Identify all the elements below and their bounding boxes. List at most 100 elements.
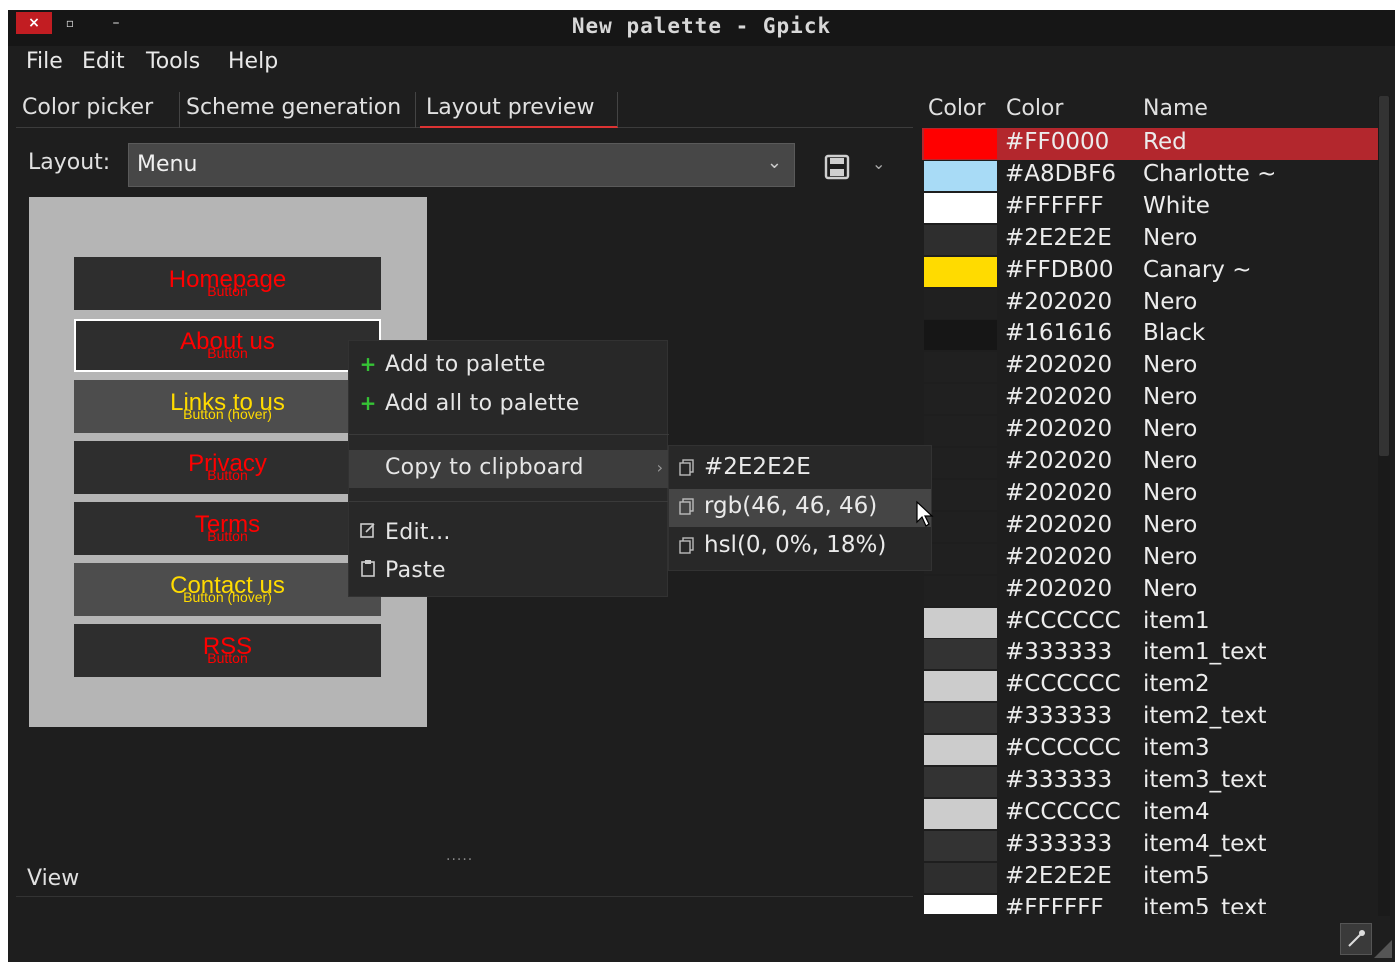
palette-row[interactable]: #FFFFFF White	[922, 192, 1378, 224]
palette-row[interactable]: #CCCCCC item1	[922, 607, 1378, 639]
color-swatch	[924, 894, 997, 914]
preview-button-privacy[interactable]: Privacy Button	[74, 441, 381, 494]
save-options-chevron-icon[interactable]: ⌄	[872, 154, 885, 173]
preview-button-rss[interactable]: RSS Button	[74, 624, 381, 677]
menu-item-add-all-to-palette[interactable]: + Add all to palette	[349, 386, 669, 424]
copy-hsl-item[interactable]: hsl(0, 0%, 18%)	[669, 528, 931, 566]
palette-color-hex: #202020	[1005, 511, 1113, 538]
preview-button-terms[interactable]: Terms Button	[74, 502, 381, 555]
palette-color-name: Nero	[1143, 288, 1198, 315]
palette-row[interactable]: #A8DBF6 Charlotte ~	[922, 160, 1378, 192]
palette-color-name: Nero	[1143, 448, 1198, 474]
menu-bar: File Edit Tools Help	[8, 46, 1395, 82]
palette-row[interactable]: #CCCCCC item2	[922, 670, 1378, 702]
palette-color-hex: #FFDB00	[1005, 256, 1114, 283]
palette-color-name: item1_text	[1143, 639, 1267, 666]
palette-color-hex: #202020	[1005, 352, 1113, 379]
palette-row[interactable]: #2E2E2E item5	[922, 862, 1378, 894]
menu-edit[interactable]: Edit	[82, 49, 125, 74]
palette-color-hex: #CCCCCC	[1005, 798, 1121, 825]
color-picker-button[interactable]	[1340, 923, 1372, 955]
palette-color-hex: #333333	[1005, 767, 1113, 793]
palette-scrollbar-thumb[interactable]	[1379, 96, 1389, 456]
pane-resize-handle[interactable]: .....	[446, 848, 473, 864]
menu-item-add-to-palette[interactable]: + Add to palette	[349, 347, 669, 385]
edit-icon	[358, 520, 378, 544]
save-layout-button[interactable]	[820, 150, 854, 184]
palette-row[interactable]: #202020 Nero	[922, 575, 1378, 607]
palette-row[interactable]: #202020 Nero	[922, 383, 1378, 415]
palette-row[interactable]: #333333 item1_text	[922, 638, 1378, 670]
palette-list[interactable]: #FF0000 Red #A8DBF6 Charlotte ~ #FFFFFF White…	[922, 128, 1378, 914]
palette-row[interactable]: #202020 Nero	[922, 288, 1378, 320]
copy-icon	[679, 498, 695, 516]
palette-row[interactable]: #202020 Nero	[922, 543, 1378, 575]
context-menu: + Add to palette + Add all to palette Co…	[348, 340, 669, 597]
palette-color-hex: #202020	[1005, 543, 1113, 570]
menu-file[interactable]: File	[26, 49, 63, 74]
palette-row[interactable]: #FFDB00 Canary ~	[922, 256, 1378, 288]
tab-layout-preview[interactable]: Layout preview	[420, 92, 618, 128]
palette-row[interactable]: #CCCCCC item4	[922, 798, 1378, 830]
palette-row[interactable]: #CCCCCC item3	[922, 734, 1378, 766]
palette-color-name: Nero	[1143, 384, 1198, 411]
palette-row[interactable]: #FF0000 Red	[922, 128, 1378, 160]
palette-row[interactable]: #333333 item2_text	[922, 702, 1378, 734]
color-swatch	[924, 830, 997, 861]
preview-button-about-us[interactable]: About us Button	[74, 319, 381, 372]
palette-color-name: Nero	[1143, 352, 1198, 379]
menu-tools[interactable]: Tools	[146, 49, 200, 74]
tab-scheme-generation[interactable]: Scheme generation	[180, 92, 416, 128]
palette-color-hex: #161616	[1005, 320, 1113, 347]
palette-color-hex: #A8DBF6	[1005, 160, 1116, 187]
palette-color-name: item2_text	[1143, 703, 1267, 730]
palette-color-name: Red	[1143, 129, 1187, 155]
menu-help[interactable]: Help	[228, 49, 278, 74]
palette-color-name: Charlotte ~	[1143, 160, 1277, 187]
palette-row[interactable]: #2E2E2E Nero	[922, 224, 1378, 256]
preview-button-homepage[interactable]: Homepage Button	[74, 257, 381, 310]
palette-row[interactable]: #FFFFFF item5_text	[922, 894, 1378, 914]
preview-button-links-to-us[interactable]: Links to us Button (hover)	[74, 380, 381, 433]
copy-hex-item[interactable]: #2E2E2E	[669, 450, 931, 488]
palette-color-hex: #202020	[1005, 416, 1113, 443]
window-title: New palette - Gpick	[571, 14, 832, 38]
preview-button-subtext: Button (hover)	[183, 589, 272, 605]
palette-color-hex: #333333	[1005, 639, 1113, 666]
palette-row[interactable]: #202020 Nero	[922, 415, 1378, 447]
palette-header-name[interactable]: Name	[1143, 96, 1208, 121]
layout-select[interactable]: Menu ⌄	[128, 143, 795, 187]
palette-row[interactable]: #202020 Nero	[922, 479, 1378, 511]
menu-separator	[349, 501, 669, 502]
palette-row[interactable]: #202020 Nero	[922, 351, 1378, 383]
copy-icon	[679, 537, 695, 555]
preview-button-subtext: Button	[207, 650, 248, 666]
palette-row[interactable]: #333333 item4_text	[922, 830, 1378, 862]
palette-row[interactable]: #202020 Nero	[922, 511, 1378, 543]
eyedropper-icon	[1348, 930, 1365, 947]
menu-item-edit[interactable]: Edit...	[349, 515, 669, 553]
preview-button-contact-us[interactable]: Contact us Button (hover)	[74, 563, 381, 616]
tab-color-picker[interactable]: Color picker	[16, 92, 180, 128]
color-swatch	[924, 256, 997, 287]
palette-color-hex: #2E2E2E	[1005, 862, 1112, 889]
menu-item-copy-to-clipboard[interactable]: Copy to clipboard ›	[349, 450, 669, 488]
palette-color-hex: #202020	[1005, 479, 1113, 506]
menu-item-paste[interactable]: Paste	[349, 553, 669, 591]
palette-row[interactable]: #333333 item3_text	[922, 766, 1378, 798]
palette-color-hex: #2E2E2E	[1005, 224, 1112, 251]
palette-row[interactable]: #202020 Nero	[922, 447, 1378, 479]
palette-color-name: Nero	[1143, 479, 1198, 506]
save-icon	[824, 154, 850, 180]
palette-color-name: item5_text	[1143, 894, 1267, 914]
menu-item-label: Edit...	[385, 520, 451, 545]
color-swatch	[924, 671, 997, 702]
palette-color-hex: #FF0000	[1005, 129, 1110, 155]
divider	[16, 896, 913, 897]
copy-rgb-item[interactable]: rgb(46, 46, 46)	[669, 489, 931, 527]
palette-row[interactable]: #161616 Black	[922, 319, 1378, 351]
palette-header-color[interactable]: Color	[1006, 96, 1063, 121]
resize-grip[interactable]	[1374, 940, 1392, 958]
palette-header-swatch[interactable]: Color	[928, 96, 985, 121]
chevron-down-icon: ⌄	[766, 152, 782, 173]
